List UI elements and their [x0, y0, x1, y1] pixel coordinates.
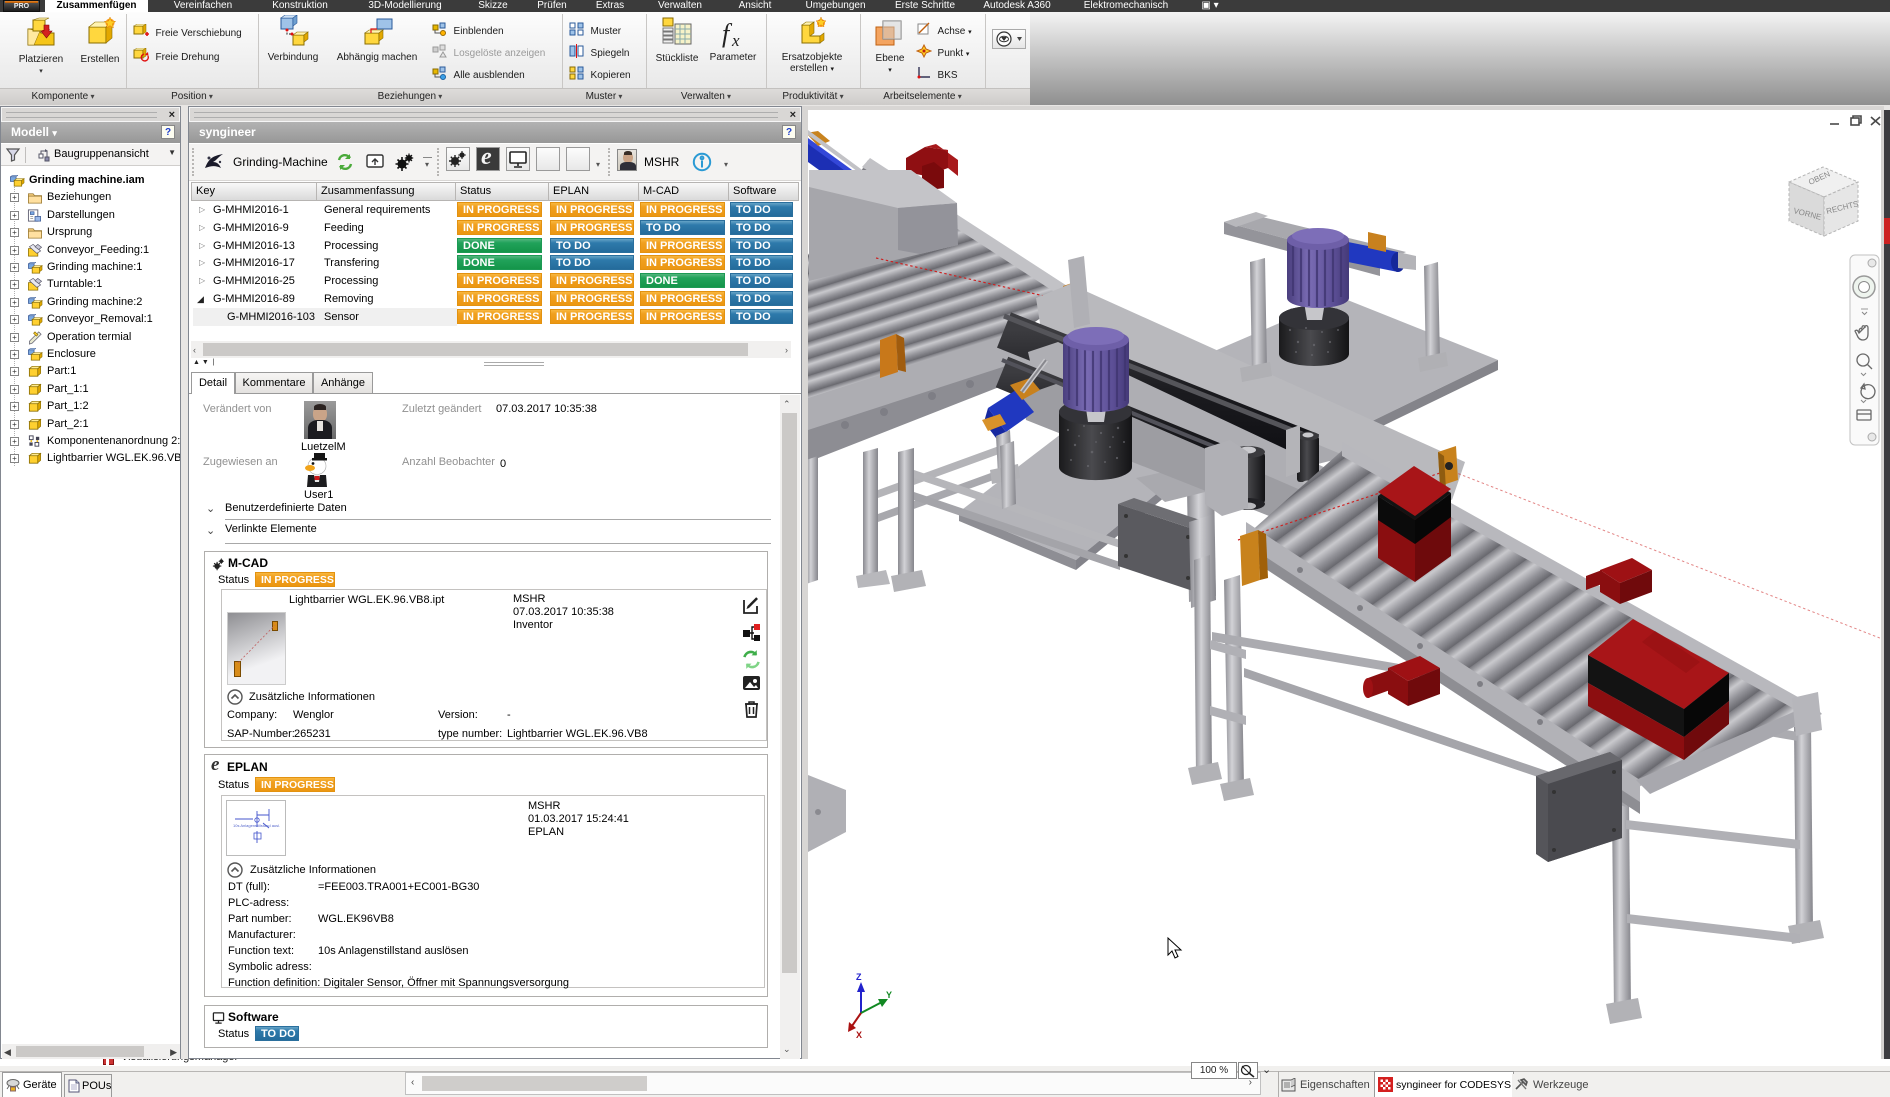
svg-text:Z: Z: [856, 972, 862, 982]
svg-text:X: X: [856, 1030, 862, 1040]
svg-text:10s Anlagenstillstand ausl.: 10s Anlagenstillstand ausl.: [233, 823, 280, 828]
svg-text:x: x: [731, 31, 740, 49]
svg-text:Y: Y: [886, 990, 892, 1000]
